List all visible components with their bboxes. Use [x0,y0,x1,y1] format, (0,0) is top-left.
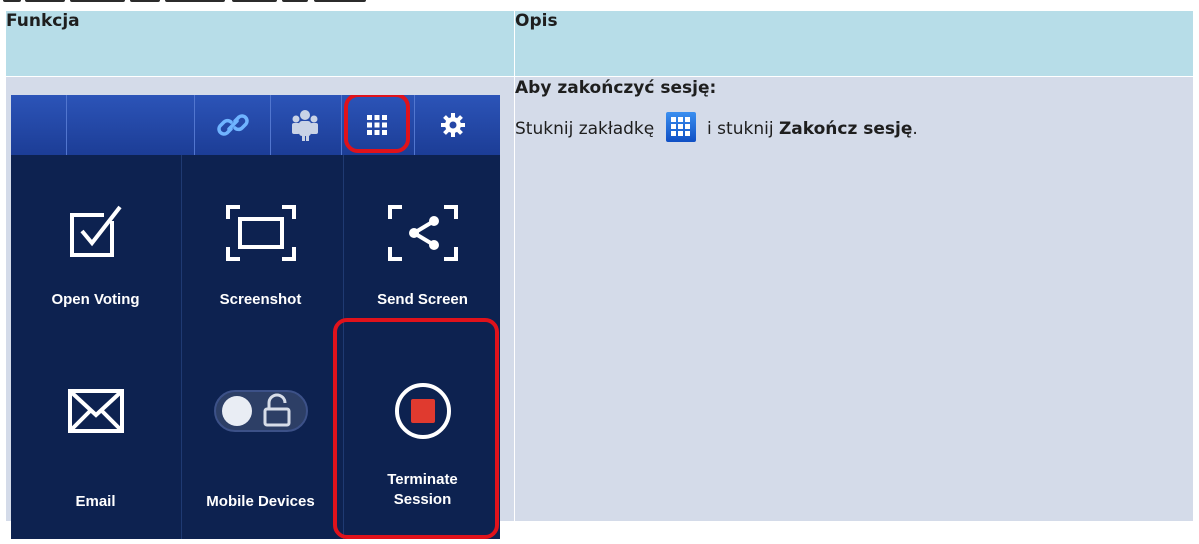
description-instruction: Stuknij zakładkę i stuknij Zakończ sesję… [515,109,1193,149]
tile-email[interactable]: Email [14,345,177,535]
cropped-text-strip [0,0,1199,9]
link-icon[interactable] [215,107,251,143]
tile-label-open-voting: Open Voting [51,291,140,308]
checkbox-icon [69,205,122,257]
highlight-terminate-session [333,318,499,539]
tile-label-send-screen: Send Screen [377,291,468,308]
settings-gear-icon[interactable] [435,107,471,143]
instruction-bold: Zakończ sesję [778,119,913,139]
envelope-icon [67,389,124,433]
instruction-end: . [912,119,918,139]
description-cell: Aby zakończyć sesję: Stuknij zakładkę i … [514,76,1194,522]
screenshot-icon [225,205,296,261]
participants-icon[interactable] [287,107,323,143]
app-tab-bar [11,95,500,155]
tile-label-email: Email [75,493,116,510]
instruction-text-1: Stuknij zakładkę [515,119,655,139]
tile-label-mobile-devices: Mobile Devices [206,493,315,510]
description-title: Aby zakończyć sesję: [515,78,717,98]
header-description: Opis [514,10,1194,77]
instruction-text-2: i stuknij [707,119,779,139]
lock-toggle-icon [213,390,308,432]
header-function: Funkcja [5,10,515,77]
share-icon [387,205,458,261]
tile-label-screenshot: Screenshot [219,291,302,308]
apps-tab-icon [665,112,696,142]
highlight-apps-tab [344,95,410,153]
tile-screenshot[interactable]: Screenshot [179,155,342,345]
tile-mobile-devices[interactable]: Mobile Devices [179,345,342,535]
app-screenshot: Open Voting Screenshot Send Screen Email… [11,95,500,539]
tile-send-screen[interactable]: Send Screen [341,155,500,345]
tile-open-voting[interactable]: Open Voting [14,155,177,345]
